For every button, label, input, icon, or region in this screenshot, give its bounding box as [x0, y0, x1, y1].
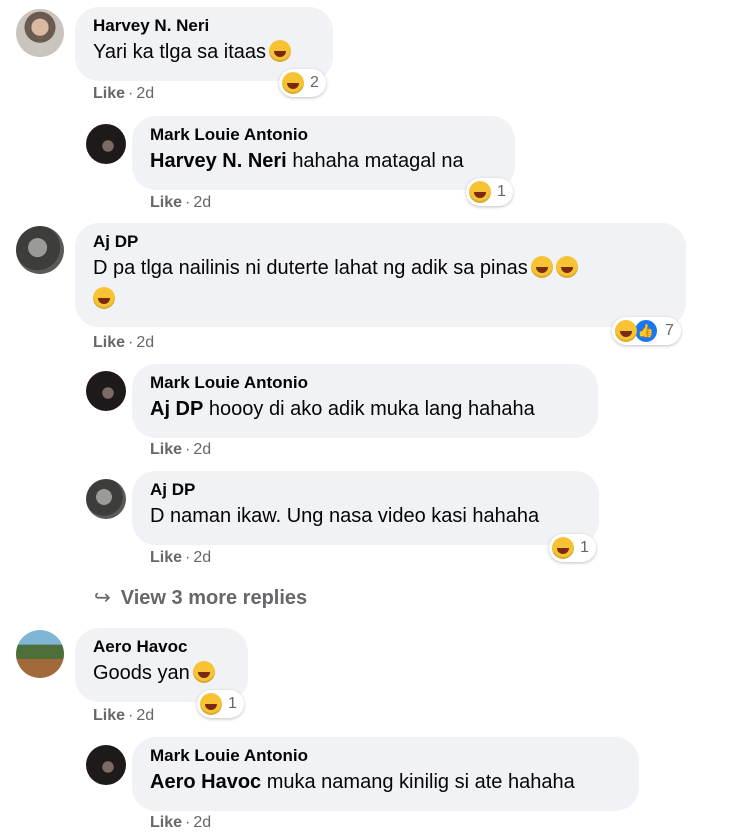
reply-bubble-mark: Mark Louie Antonio Harvey N. Neri hahaha…	[132, 116, 515, 190]
aj-avatar[interactable]	[86, 479, 126, 519]
reaction-summary[interactable]: 1	[197, 690, 244, 718]
comment-text: Aero Havoc muka namang kinilig si ate ha…	[150, 771, 575, 793]
reaction-count: 2	[310, 74, 319, 91]
like-button[interactable]: Like	[93, 85, 125, 102]
timestamp[interactable]: 2d	[193, 441, 211, 458]
comment-meta: Like · 2d	[150, 549, 212, 566]
timestamp[interactable]: 2d	[193, 194, 211, 211]
reply-bubble-mark: Mark Louie Antonio Aj DP hoooy di ako ad…	[132, 364, 598, 438]
comment-meta: Like · 2d	[150, 814, 212, 831]
comment-author[interactable]: Aero Havoc	[93, 636, 228, 658]
rofl-emoji-icon	[555, 256, 578, 278]
comment-text: Yari ka tlga sa itaas	[93, 37, 313, 68]
comment-text-line2	[90, 284, 666, 315]
comment-meta: Like · 2d	[150, 194, 212, 211]
like-button[interactable]: Like	[150, 549, 182, 566]
haha-reaction-icon	[469, 181, 491, 203]
like-button[interactable]: Like	[150, 814, 182, 831]
mark-avatar[interactable]	[86, 371, 126, 411]
view-more-replies-button[interactable]: ↪ View 3 more replies	[94, 585, 307, 610]
timestamp[interactable]: 2d	[193, 814, 211, 831]
comment-meta: Like · 2d	[93, 707, 155, 724]
comment-author[interactable]: Mark Louie Antonio	[150, 124, 495, 146]
like-button[interactable]: Like	[150, 194, 182, 211]
comment-author[interactable]: Mark Louie Antonio	[150, 372, 578, 394]
reply-arrow-icon: ↪	[94, 587, 111, 609]
reaction-summary[interactable]: 👍 7	[612, 317, 681, 345]
reaction-summary[interactable]: 1	[466, 178, 513, 206]
haha-reaction-icon	[282, 72, 304, 94]
reaction-count: 1	[580, 539, 589, 556]
rofl-emoji-icon	[530, 256, 553, 278]
timestamp[interactable]: 2d	[193, 549, 211, 566]
comment-meta: Like · 2d	[93, 85, 155, 102]
reaction-summary[interactable]: 2	[279, 69, 326, 97]
reaction-count: 7	[665, 322, 674, 339]
mark-avatar[interactable]	[86, 745, 126, 785]
aero-avatar[interactable]	[16, 630, 64, 678]
reaction-count: 1	[497, 183, 506, 200]
timestamp[interactable]: 2d	[136, 707, 154, 724]
reaction-count: 1	[228, 695, 237, 712]
laughing-emoji-icon	[192, 661, 215, 683]
comment-text: Harvey N. Neri hahaha matagal na	[150, 150, 464, 172]
reaction-summary[interactable]: 1	[549, 534, 596, 562]
harvey-avatar[interactable]	[16, 9, 64, 57]
comment-text: D pa tlga nailinis ni duterte lahat ng a…	[93, 253, 666, 284]
comment-bubble-aj: Aj DP D pa tlga nailinis ni duterte laha…	[75, 223, 686, 327]
haha-reaction-icon	[552, 537, 574, 559]
timestamp[interactable]: 2d	[136, 334, 154, 351]
comment-meta: Like · 2d	[93, 334, 155, 351]
laughing-emoji-icon	[269, 40, 292, 62]
comment-author[interactable]: Aj DP	[150, 479, 579, 501]
comment-text: Aj DP hoooy di ako adik muka lang hahaha	[150, 398, 535, 420]
comment-author[interactable]: Mark Louie Antonio	[150, 745, 619, 767]
mark-avatar[interactable]	[86, 124, 126, 164]
like-button[interactable]: Like	[93, 334, 125, 351]
mention-link[interactable]: Aj DP	[150, 398, 203, 420]
haha-reaction-icon	[615, 320, 637, 342]
comment-author[interactable]: Aj DP	[93, 231, 666, 253]
aj-avatar[interactable]	[16, 226, 64, 274]
like-button[interactable]: Like	[93, 707, 125, 724]
comment-text: Goods yan	[93, 658, 228, 689]
mention-link[interactable]: Harvey N. Neri	[150, 150, 287, 172]
rofl-emoji-icon	[93, 287, 115, 309]
reply-bubble-aj: Aj DP D naman ikaw. Ung nasa video kasi …	[132, 471, 599, 545]
mention-link[interactable]: Aero Havoc	[150, 771, 261, 793]
comment-author[interactable]: Harvey N. Neri	[93, 15, 313, 37]
reply-bubble-mark: Mark Louie Antonio Aero Havoc muka naman…	[132, 737, 639, 811]
timestamp[interactable]: 2d	[136, 85, 154, 102]
like-button[interactable]: Like	[150, 441, 182, 458]
haha-reaction-icon	[200, 693, 222, 715]
comment-meta: Like · 2d	[150, 441, 212, 458]
comment-text: D naman ikaw. Ung nasa video kasi hahaha	[150, 505, 540, 527]
